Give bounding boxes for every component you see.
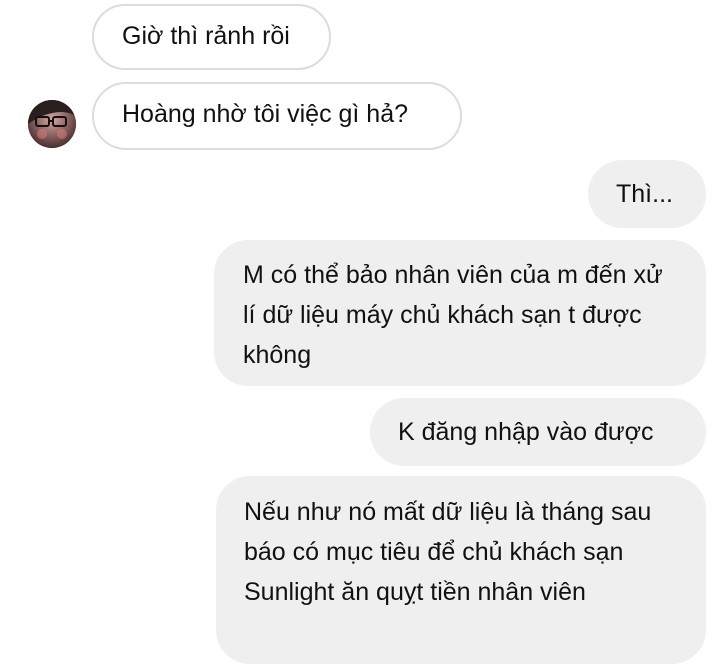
- outgoing-message-bubble[interactable]: Thì...: [588, 160, 706, 228]
- message-text: K đăng nhập vào được: [398, 418, 654, 446]
- avatar-icon: [28, 100, 76, 148]
- incoming-message-bubble[interactable]: Giờ thì rảnh rồi: [92, 4, 331, 70]
- message-text: Giờ thì rảnh rồi: [122, 22, 290, 50]
- contact-avatar[interactable]: [28, 100, 76, 148]
- message-text: Nếu như nó mất dữ liệu là tháng sau báo …: [244, 498, 652, 606]
- message-text: M có thể bảo nhân viên của m đến xử lí d…: [243, 261, 663, 369]
- incoming-message-bubble[interactable]: Hoàng nhờ tôi việc gì hả?: [92, 82, 462, 150]
- message-text: Hoàng nhờ tôi việc gì hả?: [122, 100, 409, 128]
- message-text: Thì...: [616, 180, 673, 208]
- outgoing-message-bubble[interactable]: K đăng nhập vào được: [370, 398, 706, 466]
- outgoing-message-bubble[interactable]: Nếu như nó mất dữ liệu là tháng sau báo …: [216, 476, 706, 664]
- outgoing-message-bubble[interactable]: M có thể bảo nhân viên của m đến xử lí d…: [214, 240, 706, 386]
